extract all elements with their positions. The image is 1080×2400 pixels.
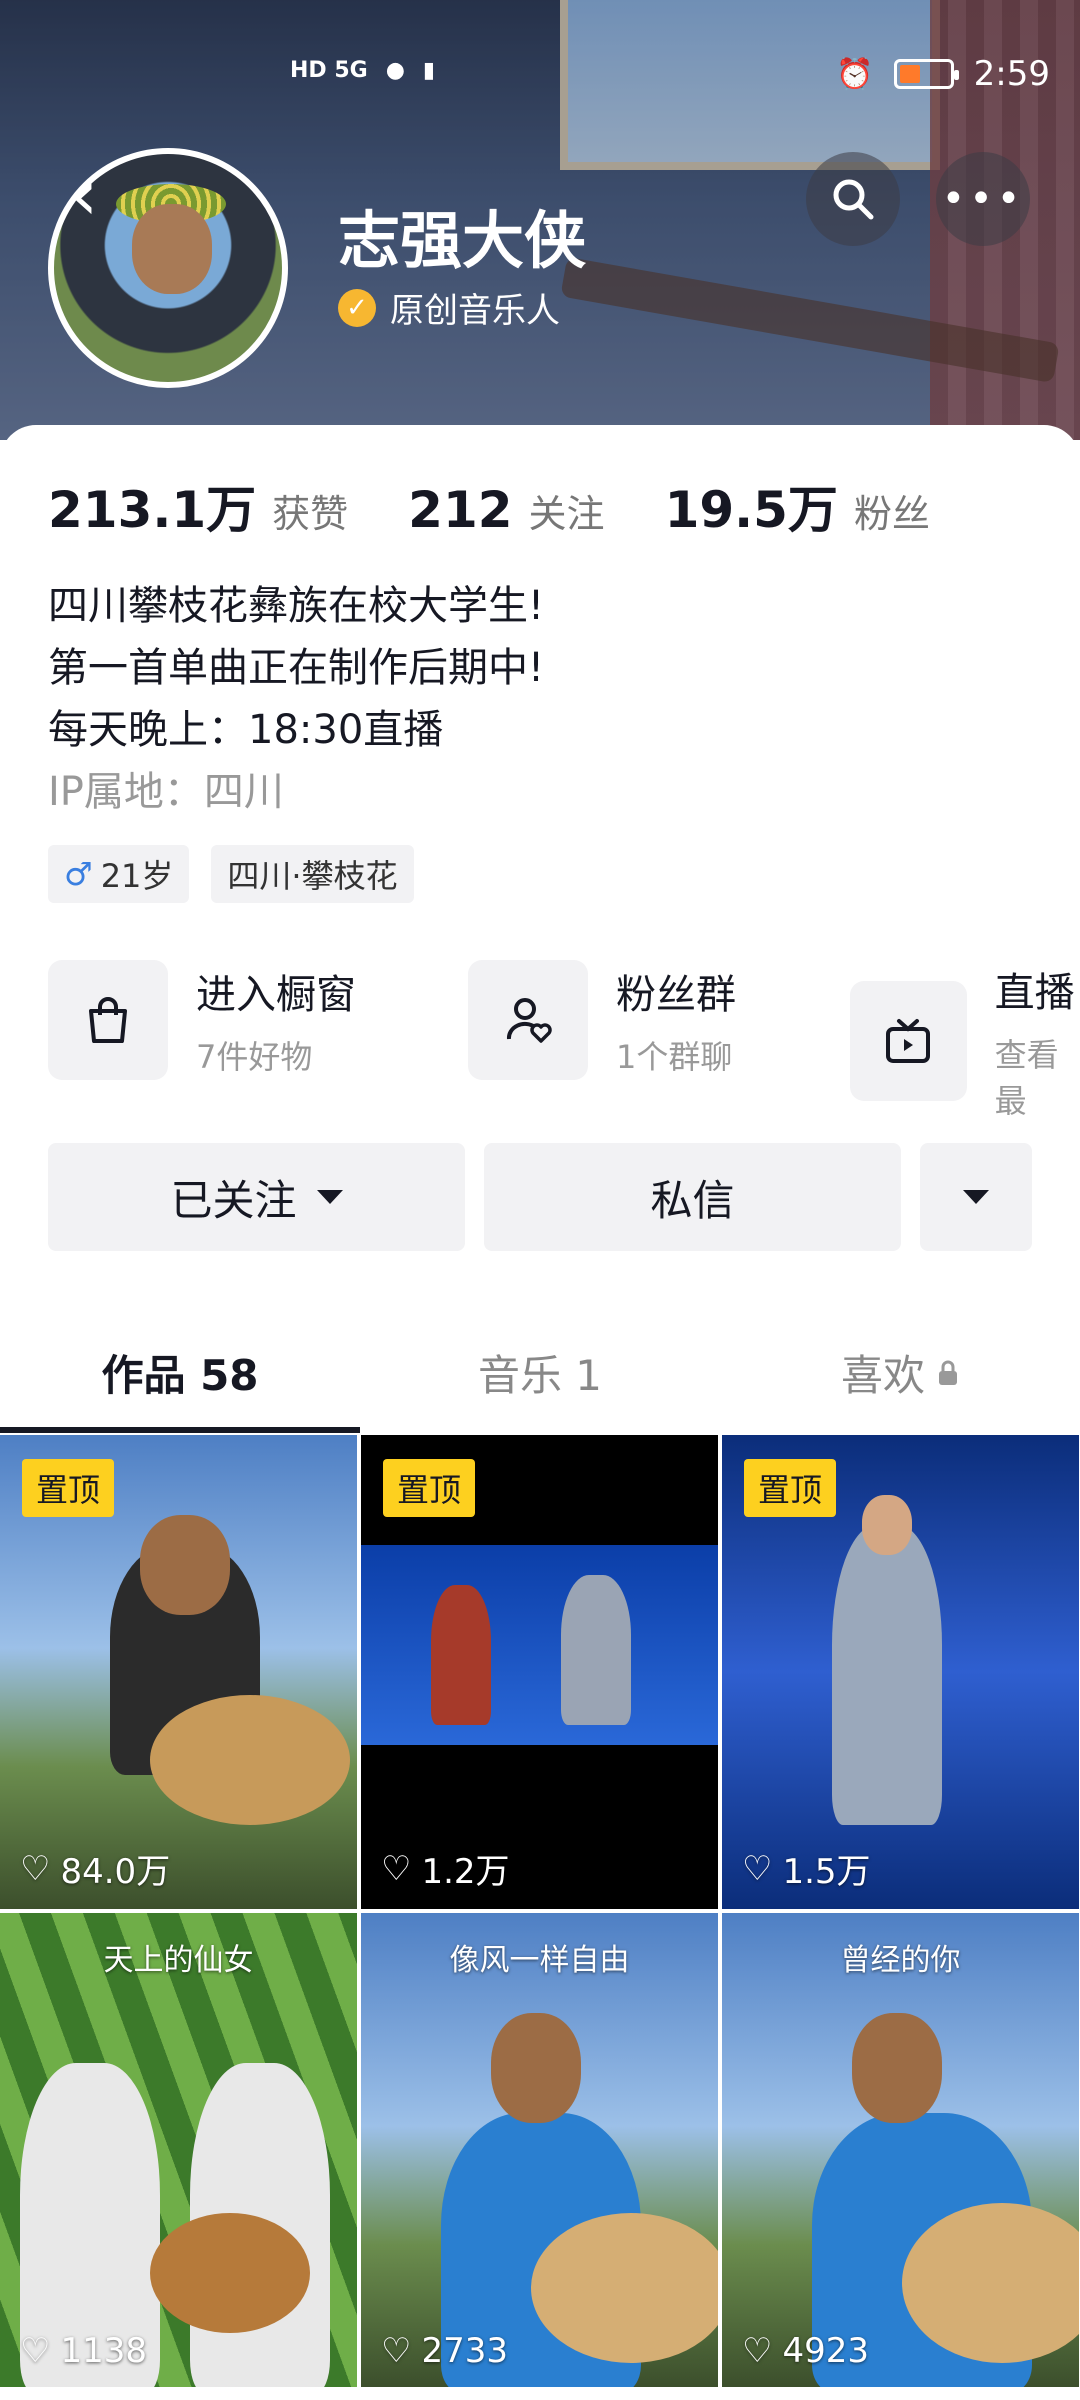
more-options-button[interactable] [920,1143,1032,1251]
heart-icon: ♡ [742,2331,773,2371]
battery-icon [893,59,959,89]
profile-tags: ♂ 21岁 四川·攀枝花 [48,845,414,903]
pinned-badge: 置顶 [22,1459,115,1517]
heart-icon: ♡ [20,2331,51,2371]
sim-alert-icon: ▮ [422,58,436,83]
following-button[interactable]: 已关注 [48,1143,465,1251]
clock: 2:59 [973,54,1050,94]
age-tag: ♂ 21岁 [48,845,190,903]
status-bar: HD 5G ● ▮ ⏰ 2:59 [0,40,1080,110]
like-count: ♡ 1138 [20,2331,148,2371]
wechat-icon: ● [385,58,405,83]
ip-location: IP属地：四川 [48,769,284,815]
action-buttons: 已关注 私信 [48,1143,1032,1253]
tab-likes[interactable]: 喜欢 [720,1315,1080,1430]
feature-entries: 进入橱窗 7件好物 粉丝群 1个群聊 直播 查看最 [48,960,1080,1120]
like-count: ♡ 84.0万 [20,1848,171,1893]
video-thumbnail[interactable]: 置顶 ♡ 1.2万 [361,1435,718,1909]
heart-icon: ♡ [381,1848,412,1889]
pinned-badge: 置顶 [383,1459,476,1517]
back-arrow-icon[interactable]: ‹ [70,160,98,230]
verified-check-icon: ✓ [338,288,376,327]
location-tag: 四川·攀枝花 [211,845,414,903]
entry-showcase[interactable]: 进入橱窗 7件好物 [48,960,356,1080]
stat-followers[interactable]: 19.5万 粉丝 [665,470,930,542]
tab-music[interactable]: 音乐 1 [360,1315,720,1430]
musician-badge: ✓ 原创音乐人 [338,283,560,332]
video-thumbnail[interactable]: 像风一样自由 ♡ 2733 [361,1913,718,2387]
heart-icon: ♡ [20,1848,51,1889]
profile-page: HD 5G ● ▮ ⏰ 2:59 ‹ 志强大侠 ✓ 原创音乐人 ••• 213.… [0,0,1080,2400]
more-dots-icon: ••• [941,176,1025,222]
profile-cover: HD 5G ● ▮ ⏰ 2:59 ‹ 志强大侠 ✓ 原创音乐人 ••• [0,0,1080,440]
video-thumbnail[interactable]: 置顶 ♡ 1.5万 [722,1435,1079,1909]
message-button[interactable]: 私信 [484,1143,901,1251]
fan-group-icon [468,960,588,1080]
entry-live[interactable]: 直播 查看最 [850,960,1080,1122]
profile-card: 213.1万 获赞 212 关注 19.5万 粉丝 四川攀枝花彝族在校大学生! … [0,425,1080,2400]
content-tabs: 作品 58 音乐 1 喜欢 [0,1315,1080,1430]
profile-bio: 四川攀枝花彝族在校大学生! 第一首单曲正在制作后期中! 每天晚上：18:30直播… [48,575,544,823]
like-count: ♡ 1.5万 [742,1848,871,1893]
stat-likes: 213.1万 获赞 [48,481,349,539]
tab-indicator [0,1427,360,1433]
lock-icon [939,1360,957,1385]
more-button[interactable]: ••• [936,152,1030,246]
shopping-bag-icon [48,960,168,1080]
heart-icon: ♡ [742,1848,773,1889]
tab-works[interactable]: 作品 58 [0,1315,360,1430]
profile-name: 志强大侠 [338,204,587,277]
entry-fan-group[interactable]: 粉丝群 1个群聊 [468,960,736,1080]
like-count: ♡ 4923 [742,2331,870,2371]
video-thumbnail[interactable]: 天上的仙女 ♡ 1138 [0,1913,357,2387]
pinned-badge: 置顶 [744,1459,837,1517]
chevron-down-icon [963,1190,989,1204]
signal-indicator: HD 5G [290,58,368,83]
heart-icon: ♡ [381,2331,412,2371]
video-thumbnail[interactable]: 置顶 ♡ 84.0万 [0,1435,357,1909]
like-count: ♡ 2733 [381,2331,509,2371]
dropdown-arrow-icon [316,1190,343,1204]
stat-following[interactable]: 212 关注 [408,481,604,539]
search-icon [833,179,874,220]
search-button[interactable] [806,152,900,246]
alarm-icon: ⏰ [836,56,874,92]
profile-stats: 213.1万 获赞 212 关注 19.5万 粉丝 [48,470,990,542]
video-thumbnail[interactable]: 曾经的你 ♡ 4923 [722,1913,1079,2387]
like-count: ♡ 1.2万 [381,1848,510,1893]
tv-icon [850,981,967,1101]
male-icon: ♂ [64,855,93,893]
